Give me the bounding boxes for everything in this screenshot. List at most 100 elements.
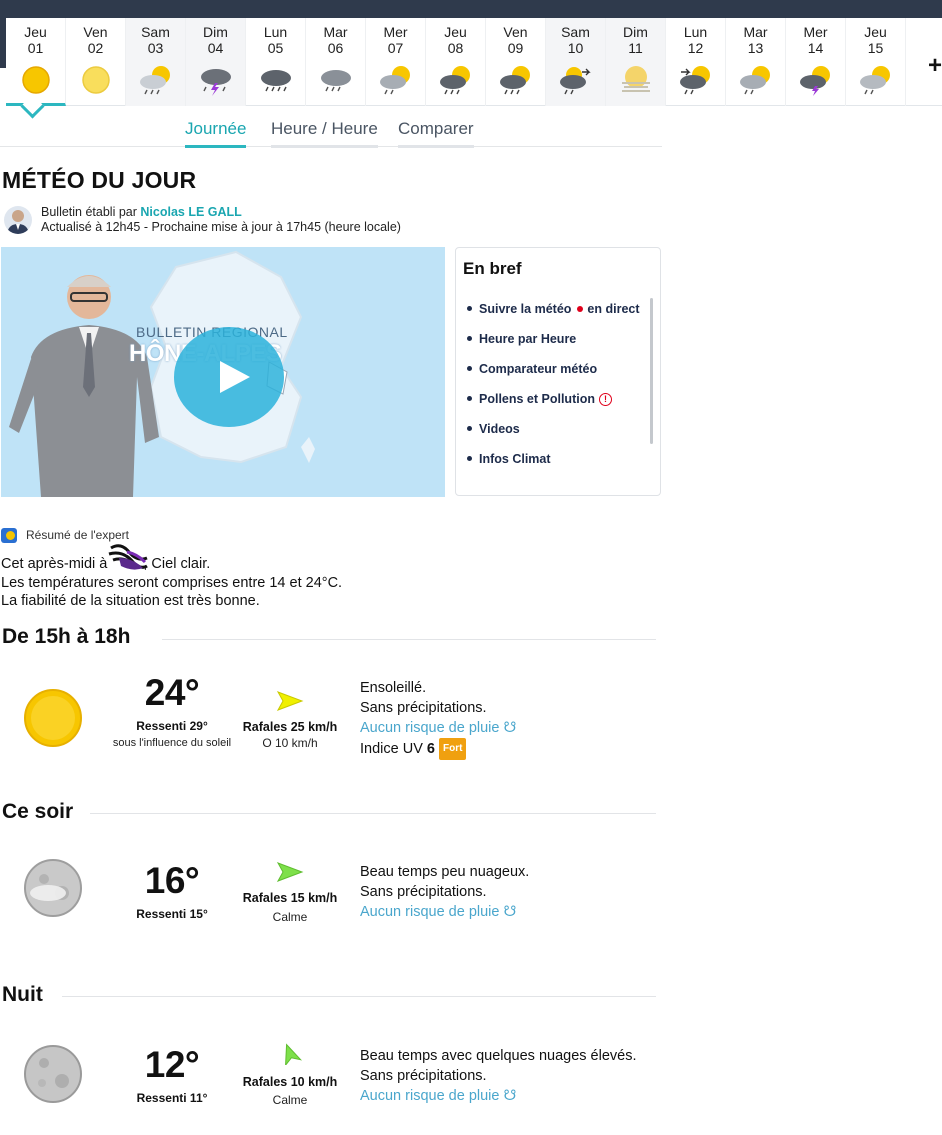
day-tab[interactable]: Jeu 01 (6, 18, 66, 106)
top-header-bar (0, 0, 942, 18)
bref-item-comparateur[interactable]: Comparateur météo (467, 362, 640, 392)
day-name: Mar (323, 24, 348, 40)
period-description: Ensoleillé. Sans précipitations. Aucun r… (360, 678, 516, 760)
day-date: 09 (507, 40, 524, 56)
desc-line1: Ensoleillé. (360, 680, 427, 696)
day-name: Dim (623, 24, 648, 40)
live-badge: en direct (577, 302, 640, 316)
author-link[interactable]: Nicolas LE GALL (140, 205, 241, 219)
day-name: Sam (561, 24, 590, 40)
day-date: 04 (207, 40, 224, 56)
period-description: Beau temps peu nuageux. Sans précipitati… (360, 862, 529, 922)
video-player[interactable]: BULLETIN REGIONAL HÔNE-ALPES (1, 247, 445, 497)
more-days-button[interactable]: + (928, 52, 942, 80)
bref-item-videos[interactable]: Videos (467, 422, 640, 452)
day-tab[interactable]: Ven 09 (486, 18, 546, 106)
umbrella-icon: ☋ (503, 904, 517, 920)
day-name: Lun (683, 24, 708, 40)
period-description: Beau temps avec quelques nuages élevés. … (360, 1046, 637, 1106)
resume-line1: Cet après-midi à , Ciel clair. (1, 555, 342, 574)
day-date: 10 (567, 40, 584, 56)
sun-icon (22, 66, 50, 94)
section-divider (62, 996, 656, 997)
day-name: Sam (141, 24, 170, 40)
bref-item-suivre[interactable]: Suivre la météo en direct (467, 302, 640, 332)
day-name: Lun (263, 24, 288, 40)
day-date: 12 (687, 40, 704, 56)
play-icon[interactable] (174, 327, 284, 427)
day-name: Ven (83, 24, 108, 40)
day-name: Jeu (24, 24, 47, 40)
resume-line1-start: Cet après-midi à (1, 556, 108, 572)
uv-index: Indice UV 6 Fort (360, 738, 516, 760)
day-tab[interactable]: Sam 03 (126, 18, 186, 106)
wind-arrow-icon (276, 691, 304, 711)
day-date: 08 (447, 40, 464, 56)
day-date: 13 (747, 40, 764, 56)
day-date: 03 (147, 40, 164, 56)
bref-item-label: Videos (479, 422, 520, 436)
day-tab[interactable]: Dim 04 (186, 18, 246, 106)
bref-item-climat[interactable]: Infos Climat (467, 452, 640, 482)
day-date: 02 (87, 40, 104, 56)
uv-label: Indice UV (360, 741, 423, 757)
bref-item-label: Pollens et Pollution (479, 392, 595, 406)
sun-cloud-rain-icon (140, 66, 170, 95)
bullet-icon (467, 456, 472, 461)
uv-value: 6 (426, 741, 435, 757)
day-tab[interactable]: Mar 13 (726, 18, 786, 106)
day-name: Jeu (444, 24, 467, 40)
sun-cloud-rain-icon (740, 66, 770, 95)
scrollbar[interactable] (650, 298, 653, 444)
live-label: en direct (587, 302, 640, 316)
day-tab[interactable]: Ven 02 (66, 18, 126, 106)
rain-risk-link[interactable]: Aucun risque de pluie ☋ (360, 1086, 637, 1106)
rain-risk-label: Aucun risque de pluie (360, 1088, 500, 1104)
section-divider (162, 639, 656, 640)
moon-cloud-icon (24, 859, 82, 917)
sun-cloud-rain-icon (380, 66, 410, 95)
day-tab[interactable]: Mar 06 (306, 18, 366, 106)
update-line: Actualisé à 12h45 - Prochaine mise à jou… (41, 220, 401, 234)
day-tab[interactable]: Jeu 15 (846, 18, 906, 106)
day-tab[interactable]: Sam 10 (546, 18, 606, 106)
view-tabs: Journée Heure / Heure Comparer (0, 115, 662, 148)
live-dot-icon (577, 306, 584, 312)
umbrella-icon: ☋ (503, 1088, 517, 1104)
day-tab[interactable]: Jeu 08 (426, 18, 486, 106)
sun-cloud-rain-wind-icon (680, 66, 710, 95)
cloud-rain-wind-icon (560, 67, 591, 95)
tab-heure-heure[interactable]: Heure / Heure (271, 119, 378, 148)
tab-journee[interactable]: Journée (185, 119, 247, 148)
sun-dark-cloud-rain-icon (500, 66, 530, 95)
day-tab[interactable]: Mer 07 (366, 18, 426, 106)
day-tab[interactable]: Lun 05 (246, 18, 306, 106)
bullet-icon (467, 396, 472, 401)
day-tab[interactable]: Mer 14 (786, 18, 846, 106)
rain-risk-link[interactable]: Aucun risque de pluie ☋ (360, 902, 529, 922)
temperature: 24° (144, 672, 200, 713)
desc-line2: Sans précipitations. (360, 700, 487, 716)
en-bref-list: Suivre la météo en direct Heure par Heure… (467, 302, 640, 482)
tab-comparer[interactable]: Comparer (398, 119, 474, 148)
rafales: Rafales 15 km/h (242, 891, 338, 905)
bulletin-prefix: Bulletin établi par (41, 205, 137, 219)
bref-item-heure[interactable]: Heure par Heure (467, 332, 640, 362)
day-name: Ven (503, 24, 528, 40)
section-title: De 15h à 18h (2, 625, 131, 648)
day-tab[interactable]: Lun 12 (666, 18, 726, 106)
bref-item-label: Comparateur météo (479, 362, 598, 376)
wind: O 10 km/h (262, 736, 318, 750)
sun-cloud-rain-icon (860, 66, 890, 95)
day-name: Mar (743, 24, 768, 40)
day-tab[interactable]: Dim 11 (606, 18, 666, 106)
rain-risk-link[interactable]: Aucun risque de pluie ☋ (360, 718, 516, 738)
rafales: Rafales 25 km/h (242, 720, 338, 734)
temperature: 16° (144, 860, 200, 901)
resume-line3: La fiabilité de la situation est très bo… (1, 593, 260, 609)
day-date: 14 (807, 40, 824, 56)
moon-icon (24, 1045, 82, 1103)
bref-item-pollens[interactable]: Pollens et Pollution! (467, 392, 640, 422)
section-title: Nuit (2, 983, 43, 1006)
day-date: 15 (867, 40, 884, 56)
